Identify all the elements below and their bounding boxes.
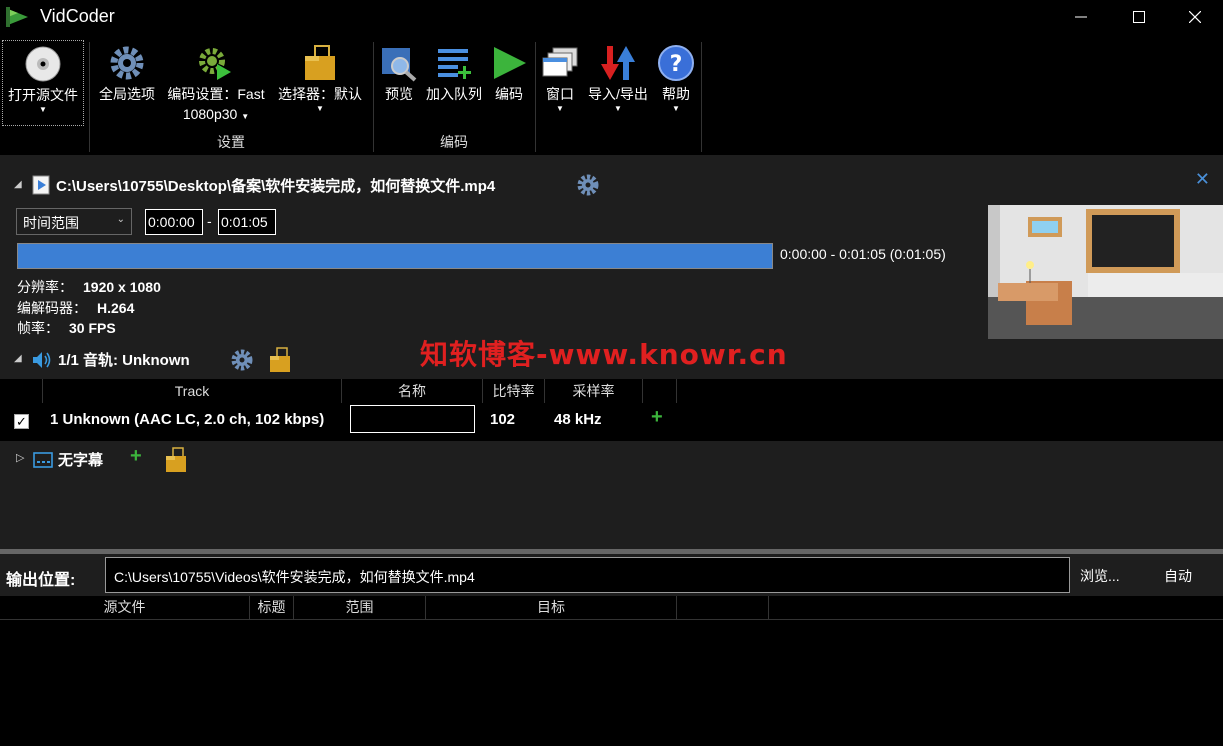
app-title: VidCoder [40,6,115,26]
track-samplerate: 48 kHz [554,411,602,428]
watermark-text: 知软博客-www.knowr.cn [420,338,788,371]
add-queue-icon [438,49,471,79]
dropdown-caret-icon: ▼ [316,104,324,113]
column-header-check [0,379,43,403]
track-name: 1 Unknown (AAC LC, 2.0 ch, 102 kbps) [50,411,325,428]
subtitle-icon [33,452,53,468]
preview-button[interactable]: 预览 [380,40,418,124]
queue-header-extra [677,596,769,619]
open-source-button[interactable]: 打开源文件 ▼ [2,40,84,126]
title-bar: VidCoder [0,0,1223,34]
track-title-input[interactable] [350,405,475,433]
auto-button[interactable]: 自动 [1164,566,1192,586]
add-track-icon[interactable]: + [651,406,663,429]
queue-header-target[interactable]: 目标 [426,596,677,619]
encode-settings-icon [199,48,231,80]
queue-header-divider [0,619,1223,620]
source-file-path: C:\Users\10755\Desktop\备案\软件安装完成，如何替换文件.… [56,178,496,195]
dropdown-caret-icon: ▼ [39,105,47,114]
track-checkbox[interactable]: ✓ [14,414,29,429]
minimize-button[interactable] [1052,0,1110,34]
folder-icon [305,45,335,80]
expand-arrow-icon[interactable]: ▷ [16,451,24,464]
queue-header-title[interactable]: 标题 [250,596,294,619]
minimize-icon [1075,16,1087,18]
folder-icon[interactable] [164,447,188,473]
add-subtitle-icon[interactable]: + [130,445,142,468]
help-button[interactable]: ? 帮助 ▼ [657,40,695,124]
close-source-button[interactable]: ✕ [1195,169,1210,190]
range-slider-fill [18,244,772,268]
group-label-settings: 设置 [217,134,245,150]
subtitles-label: 无字幕 [58,452,104,469]
column-header-samplerate[interactable]: 采样率 [545,379,643,403]
folder-icon[interactable] [268,347,292,373]
group-label-encode: 编码 [440,134,468,150]
encoding-settings-button[interactable]: 编码设置：Fast 1080p30 ▼ [163,40,269,124]
close-icon [1189,11,1201,23]
column-header-track[interactable]: Track [43,379,342,403]
queue-header-source[interactable]: 源文件 [0,596,250,619]
dropdown-caret-icon: ▼ [672,104,680,113]
vidcoder-logo-icon [6,7,28,27]
maximize-button[interactable] [1110,0,1168,34]
global-options-button[interactable]: 全局选项 [96,40,158,124]
audio-track-title: 1/1 音轨: Unknown [58,352,190,369]
import-export-icon [601,46,635,80]
column-header-actions [643,379,677,403]
preview-magnifier-icon [382,48,417,82]
source-panel: ◢ C:\Users\10755\Desktop\备案\软件安装完成，如何替换文… [0,155,1223,549]
table-row[interactable]: ✓ 1 Unknown (AAC LC, 2.0 ch, 102 kbps) 1… [0,403,1223,437]
collapse-arrow-icon[interactable]: ◢ [14,179,22,190]
svg-text:?: ? [670,52,683,77]
picker-button[interactable]: 选择器：默认 ▼ [274,40,366,124]
column-header-bitrate[interactable]: 比特率 [483,379,545,403]
dropdown-caret-icon: ▼ [614,104,622,113]
collapse-arrow-icon[interactable]: ◢ [14,353,22,364]
gear-icon[interactable] [576,173,600,197]
start-time-input[interactable]: 0:00:00 [145,209,203,235]
audio-track-table: Track 名称 比特率 采样率 ✓ 1 Unknown (AAC LC, 2.… [0,379,1223,441]
import-export-button[interactable]: 导入/导出 ▼ [584,40,652,124]
range-duration-text: 0:00:00 - 0:01:05 (0:01:05) [780,246,946,262]
maximize-icon [1133,11,1145,23]
ribbon-toolbar: 打开源文件 ▼ 全局选项 编码设置：Fast 1080p30 ▼ 选择器：默认 … [0,36,1223,155]
gear-icon [110,46,144,80]
output-bar: 输出位置: C:\Users\10755\Videos\软件安装完成，如何替换文… [0,554,1223,596]
file-header: ◢ C:\Users\10755\Desktop\备案\软件安装完成，如何替换文… [0,155,1223,203]
framerate-info: 帧率： 30 FPS [17,320,116,336]
add-to-queue-button[interactable]: 加入队列 [423,40,485,124]
ribbon-separator [535,42,536,152]
chevron-down-icon: ⌄ [116,214,125,225]
output-path-input[interactable]: C:\Users\10755\Videos\软件安装完成，如何替换文件.mp4 [105,557,1070,593]
range-slider[interactable] [17,243,773,269]
help-icon: ? [658,45,694,81]
window-button[interactable]: 窗口 ▼ [541,40,579,124]
encode-button[interactable]: 编码 [490,40,528,124]
output-label: 输出位置: [6,572,76,589]
video-file-icon [32,175,50,195]
ribbon-separator [89,42,90,152]
close-window-button[interactable] [1166,0,1223,34]
column-header-name[interactable]: 名称 [342,379,483,403]
video-preview-thumbnail[interactable] [988,205,1223,339]
track-bitrate: 102 [490,411,516,428]
gear-icon[interactable] [230,348,254,372]
preview-image [988,205,1223,339]
browse-button[interactable]: 浏览... [1080,566,1120,586]
range-type-select[interactable]: 时间范围 ⌄ [16,208,132,235]
resolution-info: 分辨率： 1920 x 1080 [17,279,161,295]
window-icon [542,47,578,77]
play-icon [494,47,526,79]
codec-info: 编解码器： H.264 [17,300,135,316]
queue-list: 源文件 标题 范围 目标 [0,596,1223,746]
ribbon-separator [373,42,374,152]
dropdown-caret-icon: ▼ [556,104,564,113]
disc-icon [25,46,61,82]
subtitles-section: ▷ 无字幕 + [0,445,600,475]
queue-header-range[interactable]: 范围 [294,596,426,619]
end-time-input[interactable]: 0:01:05 [218,209,276,235]
speaker-icon [33,352,51,368]
ribbon-separator [701,42,702,152]
